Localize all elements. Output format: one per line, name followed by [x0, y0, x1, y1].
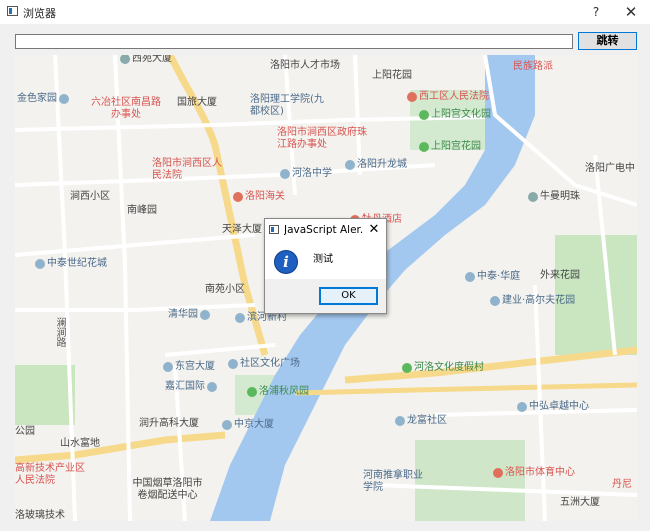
- park-area: [415, 440, 525, 521]
- map-poi[interactable]: 高新技术产业区人民法院: [15, 463, 85, 487]
- major-road: [344, 346, 637, 384]
- map-poi[interactable]: 中国烟草洛阳市卷烟配送中心: [130, 478, 205, 502]
- go-button[interactable]: 跳转: [578, 32, 637, 50]
- building-icon: [490, 296, 500, 306]
- alert-title-bar: JavaScript Aler... ✕: [265, 219, 386, 241]
- map-poi[interactable]: 洛阳升龙城: [345, 159, 407, 171]
- stadium-icon: [493, 468, 503, 478]
- map-poi[interactable]: 涧西小区: [70, 191, 110, 203]
- map-poi[interactable]: 外来花园: [540, 270, 580, 282]
- building-icon: [228, 359, 238, 369]
- map-poi[interactable]: 中泰世纪花城: [35, 258, 107, 270]
- map-poi[interactable]: 社区文化广场: [228, 358, 300, 370]
- map-poi[interactable]: 中京大厦: [222, 419, 274, 431]
- park-icon: [419, 142, 429, 152]
- park-icon: [247, 387, 257, 397]
- app-icon: [269, 225, 279, 234]
- map-poi[interactable]: 山水富地: [60, 438, 100, 450]
- building-icon: [395, 416, 405, 426]
- park-area: [15, 365, 75, 425]
- map-poi[interactable]: 嘉汇国际: [165, 381, 219, 393]
- url-input[interactable]: [15, 34, 573, 49]
- map-poi[interactable]: 河南推拿职业学院: [363, 470, 423, 494]
- map-poi[interactable]: 牛曼明珠: [528, 191, 580, 203]
- info-icon: i: [274, 250, 298, 274]
- map-poi[interactable]: 洛玻璃技术: [15, 510, 65, 521]
- map-poi[interactable]: 中泰·华庭: [465, 271, 520, 283]
- school-icon: [280, 169, 290, 179]
- map-poi[interactable]: 五洲大厦: [560, 497, 600, 509]
- map-poi[interactable]: 西工区人民法院: [407, 91, 489, 103]
- map-poi[interactable]: 南苑小区: [205, 284, 245, 296]
- map-poi[interactable]: 东宫大厦: [163, 361, 215, 373]
- map-poi[interactable]: 天泽大厦: [222, 224, 262, 236]
- park-icon: [419, 110, 429, 120]
- map-poi[interactable]: 国旅大厦: [177, 97, 217, 109]
- building-icon: [163, 362, 173, 372]
- map-poi[interactable]: 丹尼: [612, 479, 632, 491]
- building-icon: [528, 192, 538, 202]
- map-poi[interactable]: 河洛文化度假村: [402, 362, 484, 374]
- map-poi[interactable]: 河洛中学: [280, 168, 332, 180]
- app-icon: [7, 6, 18, 16]
- window-title-bar: 浏览器 ? ✕: [0, 0, 650, 24]
- map-poi[interactable]: 洛阳理工学院(九都校区): [250, 94, 330, 118]
- major-road: [15, 431, 226, 464]
- map-poi[interactable]: 洛阳市涧西区人民法院: [152, 158, 227, 182]
- map-poi[interactable]: 洛阳市体育中心: [493, 467, 575, 479]
- map-poi[interactable]: 金色家园: [17, 93, 71, 105]
- alert-title: JavaScript Aler...: [284, 224, 364, 236]
- map-poi[interactable]: 上阳花园: [372, 70, 412, 82]
- map-poi[interactable]: 润升高科大厦: [139, 418, 199, 430]
- map-poi[interactable]: 洛浦秋风园: [247, 386, 309, 398]
- map-poi[interactable]: 洛阳海关: [233, 191, 285, 203]
- help-button[interactable]: ?: [588, 3, 604, 21]
- map-poi[interactable]: 公园: [15, 426, 35, 438]
- map-poi[interactable]: 上阳宫文化园: [419, 109, 491, 121]
- road-label: 澜涧路: [54, 317, 65, 347]
- map-poi[interactable]: 上阳宫花园: [419, 141, 481, 153]
- building-icon: [235, 313, 245, 323]
- map-poi[interactable]: 清华园: [168, 309, 212, 321]
- map-poi[interactable]: 西苑大厦: [120, 55, 172, 65]
- window-title: 浏览器: [23, 7, 56, 20]
- map-poi[interactable]: 洛阳广电中: [585, 163, 635, 175]
- customs-icon: [233, 192, 243, 202]
- map-poi[interactable]: 洛阳市涧西区政府珠江路办事处: [277, 127, 372, 151]
- building-icon: [207, 382, 217, 392]
- map-poi[interactable]: 民族路派: [513, 61, 553, 73]
- building-icon: [517, 402, 527, 412]
- building-icon: [59, 94, 69, 104]
- major-road: [294, 382, 637, 396]
- map-poi[interactable]: 六冶社区南昌路办事处: [91, 97, 161, 121]
- flag-icon: [407, 92, 417, 102]
- ok-button[interactable]: OK: [319, 287, 378, 305]
- map-poi[interactable]: 中弘卓越中心: [517, 401, 589, 413]
- map-poi[interactable]: 建业·高尔夫花园: [490, 295, 575, 307]
- building-icon: [222, 420, 232, 430]
- map-poi[interactable]: 洛阳市人才市场: [270, 60, 340, 72]
- close-button[interactable]: ✕: [622, 3, 640, 21]
- map-poi[interactable]: 南峰园: [127, 205, 157, 217]
- park-icon: [402, 363, 412, 373]
- building-icon: [120, 55, 130, 64]
- alert-close-button[interactable]: ✕: [367, 222, 381, 238]
- building-icon: [345, 160, 355, 170]
- building-icon: [465, 272, 475, 282]
- javascript-alert-dialog: JavaScript Aler... ✕ i 测试 OK: [264, 218, 387, 314]
- map-poi[interactable]: 龙富社区: [395, 415, 447, 427]
- building-icon: [200, 310, 210, 320]
- alert-message: 测试: [313, 254, 333, 265]
- building-icon: [35, 259, 45, 269]
